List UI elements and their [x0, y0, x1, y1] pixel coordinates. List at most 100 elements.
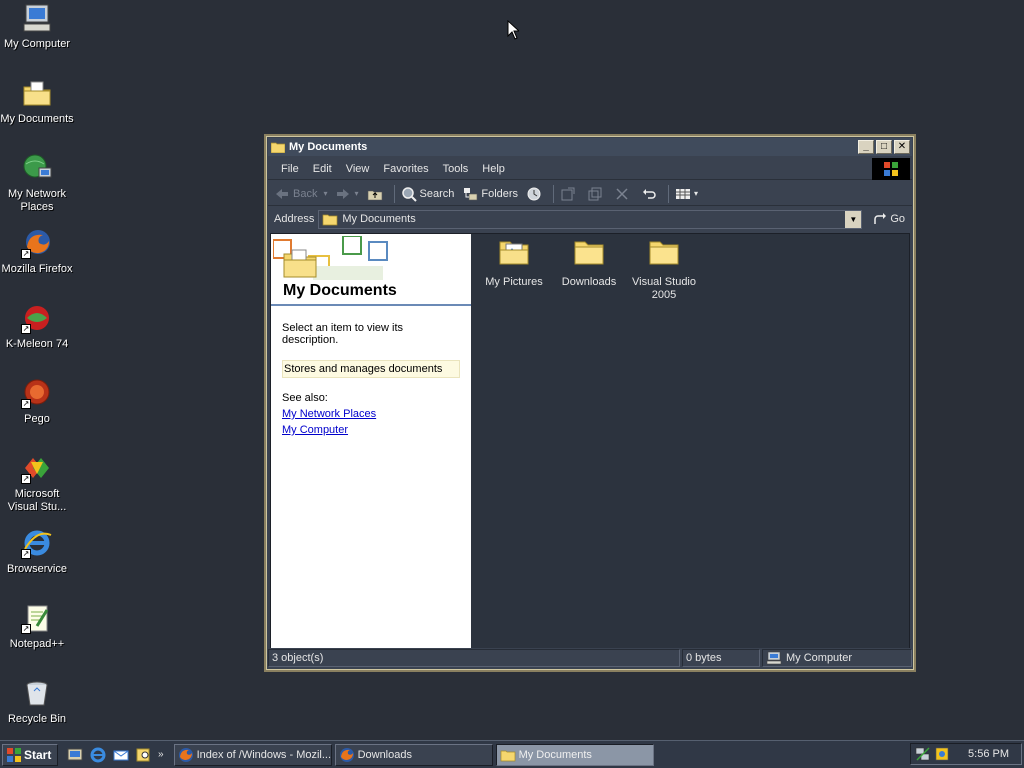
desktop-icon-label: Recycle Bin: [7, 713, 67, 725]
web-view-pane: My Documents Select an item to view its …: [271, 234, 471, 650]
desktop-icon-my-computer[interactable]: My Computer: [0, 2, 74, 51]
delete-button[interactable]: [614, 186, 633, 202]
desktop-icon-recycle-bin[interactable]: Recycle Bin: [0, 677, 74, 726]
explorer-window: My Documents _ □ ✕ File Edit View Favori…: [264, 134, 916, 672]
folder-content: My Documents Select an item to view its …: [270, 233, 910, 651]
pane-description: Select an item to view its description.: [282, 322, 404, 346]
desktop-icon-my-network-places[interactable]: My Network Places: [0, 152, 74, 214]
forward-button[interactable]: ▾: [335, 186, 359, 202]
menu-tools[interactable]: Tools: [436, 163, 476, 175]
file-item-downloads[interactable]: Downloads: [554, 234, 624, 289]
volume-tray-icon[interactable]: [934, 746, 950, 762]
close-button[interactable]: ✕: [894, 140, 910, 154]
explorer-search-icon[interactable]: [135, 746, 153, 764]
k-meleon-icon: ↗: [21, 302, 53, 334]
menu-favorites[interactable]: Favorites: [376, 163, 435, 175]
file-name: My Pictures: [485, 276, 543, 288]
desktop-icon-visual-studio[interactable]: ↗ Microsoft Visual Stu...: [0, 452, 74, 514]
windows-logo-icon: [7, 747, 21, 762]
desktop-icon-label: Microsoft Visual Stu...: [7, 488, 67, 513]
delete-x-icon: [616, 187, 628, 200]
folders-button[interactable]: Folders: [462, 186, 518, 202]
toolbar-separator: [553, 184, 555, 203]
clock[interactable]: 5:56 PM: [968, 748, 1009, 760]
copy-to-button[interactable]: [587, 186, 606, 202]
documents-folder-icon: [271, 142, 285, 153]
maximize-button[interactable]: □: [876, 140, 892, 154]
window-titlebar[interactable]: My Documents _ □ ✕: [268, 138, 912, 156]
menu-help[interactable]: Help: [475, 163, 512, 175]
history-button[interactable]: [526, 186, 545, 202]
link-my-computer[interactable]: My Computer: [282, 424, 460, 436]
move-to-button[interactable]: [560, 186, 579, 202]
shortcut-arrow-icon: ↗: [21, 549, 31, 559]
pane-banner: My Documents: [271, 234, 471, 306]
folder-icon: [574, 241, 604, 265]
address-input[interactable]: My Documents ▼: [318, 209, 863, 229]
menu-file[interactable]: File: [274, 163, 306, 175]
start-button[interactable]: Start: [2, 743, 58, 766]
task-label: Index of /Windows - Mozil...: [196, 748, 332, 761]
address-dropdown-button[interactable]: ▼: [845, 210, 862, 228]
go-arrow-icon: [874, 213, 887, 224]
computer-icon: [21, 2, 53, 34]
desktop-icon-browservice[interactable]: ↗ Browservice: [0, 527, 74, 576]
desktop-icon-label: My Network Places: [7, 188, 67, 213]
undo-button[interactable]: [641, 186, 660, 202]
internet-explorer-icon[interactable]: [89, 746, 107, 764]
file-item-my-pictures[interactable]: My Pictures: [479, 234, 549, 289]
go-button[interactable]: Go: [872, 212, 905, 226]
pictures-folder-icon: [499, 241, 529, 265]
desktop-icon-label: My Computer: [3, 38, 71, 50]
computer-icon: [766, 651, 782, 665]
menu-edit[interactable]: Edit: [306, 163, 339, 175]
file-item-visual-studio-2005[interactable]: Visual Studio 2005: [629, 234, 699, 302]
search-icon: [401, 186, 417, 202]
windows-logo-icon: [872, 158, 910, 180]
firefox-icon: [339, 747, 354, 762]
network-tray-icon[interactable]: [915, 746, 931, 762]
up-folder-button[interactable]: [367, 186, 386, 202]
status-zone-label: My Computer: [786, 652, 853, 664]
visual-studio-icon: ↗: [21, 452, 53, 484]
history-clock-icon: [527, 187, 541, 200]
task-button-my-documents[interactable]: My Documents: [495, 743, 654, 766]
search-button[interactable]: Search: [401, 186, 454, 202]
standard-toolbar: Back ▾ ▾ Search Folders ▾: [268, 182, 912, 206]
desktop-icon-mozilla-firefox[interactable]: ↗ Mozilla Firefox: [0, 227, 74, 276]
quick-launch: »: [66, 746, 164, 764]
file-list: My Pictures Downloads Visual Studio 2005: [479, 234, 909, 650]
quick-launch-chevron-icon[interactable]: »: [158, 749, 164, 760]
address-bar: Address My Documents ▼ Go: [268, 208, 912, 230]
menu-view[interactable]: View: [339, 163, 377, 175]
desktop-icon-my-documents[interactable]: My Documents: [0, 77, 74, 126]
system-tray: 5:56 PM: [910, 743, 1022, 765]
status-zone: My Computer: [762, 649, 912, 667]
show-desktop-icon[interactable]: [66, 746, 84, 764]
desktop-icon-label: My Documents: [0, 113, 74, 125]
views-grid-icon: [676, 188, 691, 199]
task-button-downloads[interactable]: Downloads: [334, 743, 493, 766]
task-label: Downloads: [357, 748, 412, 761]
network-places-icon: [21, 152, 53, 184]
undo-icon: [643, 188, 656, 199]
desktop-icon-label: Notepad++: [9, 638, 65, 650]
minimize-button[interactable]: _: [858, 140, 874, 154]
address-label: Address: [274, 213, 315, 225]
documents-folder-icon: [21, 77, 53, 109]
desktop-icon-k-meleon[interactable]: ↗ K-Meleon 74: [0, 302, 74, 351]
desktop-icon-notepad-plus-plus[interactable]: ↗ Notepad++: [0, 602, 74, 651]
views-button[interactable]: ▾: [675, 186, 698, 202]
link-my-network-places[interactable]: My Network Places: [282, 408, 460, 420]
recycle-bin-icon: [21, 677, 53, 709]
desktop-icon-pego[interactable]: ↗ Pego: [0, 377, 74, 426]
task-label: My Documents: [518, 748, 592, 761]
shortcut-arrow-icon: ↗: [21, 324, 31, 334]
mouse-cursor-icon: [507, 20, 519, 40]
back-button[interactable]: Back ▾: [274, 186, 327, 202]
desktop-icon-label: Pego: [24, 413, 50, 425]
outlook-express-icon[interactable]: [112, 746, 130, 764]
go-label: Go: [890, 213, 906, 225]
task-button-firefox[interactable]: Index of /Windows - Mozil...: [173, 743, 332, 766]
status-bar: 3 object(s) 0 bytes My Computer: [268, 648, 912, 668]
